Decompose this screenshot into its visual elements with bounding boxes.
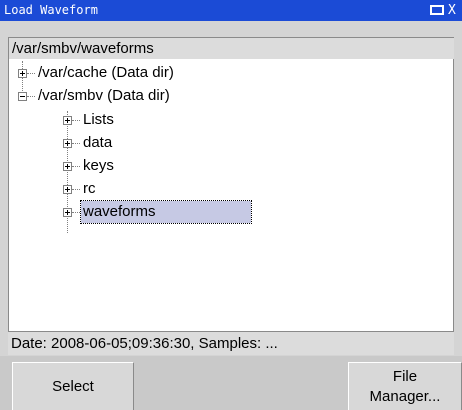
tree-node-waveforms[interactable]: waveforms <box>9 200 449 224</box>
tree-node-var-smbv[interactable]: /var/smbv (Data dir) <box>9 85 449 107</box>
load-waveform-dialog: Load Waveform X /var/smbv/waveforms /var… <box>0 0 462 410</box>
tree-node-label[interactable]: /var/smbv (Data dir) <box>38 85 170 107</box>
close-icon[interactable]: X <box>448 0 462 21</box>
window-title: Load Waveform <box>4 3 98 17</box>
tree-node-var-cache[interactable]: /var/cache (Data dir) <box>9 62 449 84</box>
tree-node-data[interactable]: data <box>9 132 449 154</box>
file-manager-button[interactable]: File Manager... <box>348 362 462 410</box>
file-manager-label-line1: File <box>392 367 418 385</box>
tree-node-rc[interactable]: rc <box>9 178 449 200</box>
status-bar: Date: 2008-06-05;09:36:30, Samples: ... <box>8 331 454 355</box>
button-row: Select File Manager... <box>0 356 462 410</box>
tree-node-label[interactable]: /var/cache (Data dir) <box>38 62 174 84</box>
file-manager-label-line2: Manager... <box>369 387 441 405</box>
tree-node-label[interactable]: Lists <box>83 109 114 131</box>
tree-node-label[interactable]: keys <box>83 155 114 177</box>
title-bar: Load Waveform X <box>0 0 462 21</box>
expand-plus-icon[interactable] <box>63 116 72 125</box>
empty-softkey <box>134 362 348 410</box>
tree-node-label[interactable]: rc <box>83 178 96 200</box>
directory-tree[interactable]: /var/cache (Data dir) /var/smbv (Data di… <box>8 59 454 331</box>
maximize-icon[interactable] <box>430 5 444 15</box>
expand-plus-icon[interactable] <box>63 185 72 194</box>
tree-node-label[interactable]: data <box>83 132 112 154</box>
tree-node-keys[interactable]: keys <box>9 155 449 177</box>
expand-plus-icon[interactable] <box>63 162 72 171</box>
select-button[interactable]: Select <box>12 362 134 410</box>
tree-node-lists[interactable]: Lists <box>9 109 449 131</box>
expand-plus-icon[interactable] <box>18 69 27 78</box>
expand-plus-icon[interactable] <box>63 139 72 148</box>
expand-plus-icon[interactable] <box>63 208 72 217</box>
tree-node-label-selected[interactable]: waveforms <box>80 200 252 224</box>
current-path: /var/smbv/waveforms <box>8 37 454 59</box>
collapse-minus-icon[interactable] <box>18 92 27 101</box>
